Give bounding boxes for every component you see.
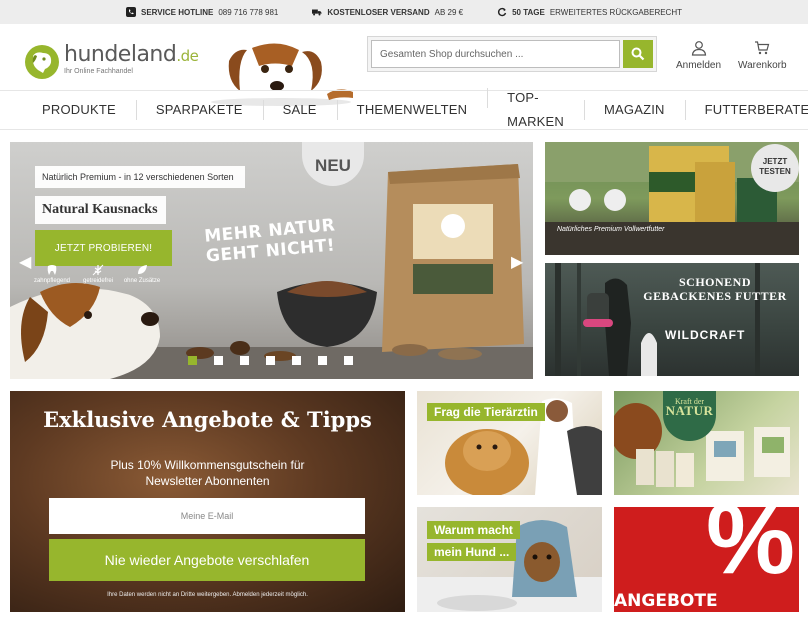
feature-label: zahnpflegend	[33, 278, 71, 284]
hotline-label: SERVICE HOTLINE	[141, 7, 214, 17]
slider-dot[interactable]	[344, 356, 353, 365]
newsletter-title: Exklusive Angebote & Tipps	[43, 407, 372, 432]
feature-label: ohne Zusätze	[123, 278, 161, 284]
feature-ohne-zusaetze: ohne Zusätze	[120, 264, 164, 284]
shipping-info: KOSTENLOSER VERSAND AB 29 €	[312, 7, 463, 17]
slider-pagination	[188, 356, 353, 365]
newsletter-privacy-note: Ihre Daten werden nicht an Dritte weiter…	[107, 592, 308, 598]
newsletter-subscribe-button[interactable]: Nie wieder Angebote verschlafen	[49, 539, 365, 581]
newsletter-email-input[interactable]: Meine E-Mail	[49, 498, 365, 534]
hotline-info: SERVICE HOTLINE 089 716 778 981	[126, 7, 278, 17]
offers-label: ANGEBOTE	[614, 591, 718, 611]
top-info-bar: SERVICE HOTLINE 089 716 778 981 KOSTENLO…	[0, 0, 808, 24]
percent-symbol: %	[706, 507, 795, 595]
kraft-der-natur-badge: Kraft der NATUR	[663, 391, 716, 441]
native-lamb-caption: Natürliches Premium Vollwertfutter	[557, 226, 665, 233]
feature-label: getreidefrei	[82, 278, 114, 284]
feature-zahnpflegend: zahnpflegend	[30, 264, 74, 284]
hero-slider[interactable]: Natürlich Premium - in 12 verschiedenen …	[10, 142, 533, 379]
wildcraft-line-1: SCHONEND	[678, 275, 751, 289]
wildcraft-brand-logo: WILDCRAFT	[665, 328, 746, 342]
slider-prev-arrow-icon[interactable]: ◀	[19, 252, 31, 272]
try-now-badge: JETZT TESTEN	[751, 144, 799, 192]
user-icon	[691, 41, 706, 56]
nav-item-themenwelten[interactable]: THEMENWELTEN	[336, 98, 488, 122]
tooth-icon	[47, 265, 57, 275]
cart-button[interactable]: Warenkorb	[738, 40, 787, 71]
shipping-value: AB 29 €	[434, 7, 464, 17]
logo-tld: .de	[176, 47, 199, 65]
search-icon	[631, 47, 645, 61]
nav-item-magazin[interactable]: MAGAZIN	[583, 98, 685, 122]
hotline-number: 089 716 778 981	[218, 7, 279, 17]
dog-logo-icon	[25, 45, 59, 79]
logo-tagline: Ihr Online Fachhandel	[64, 68, 133, 75]
newsletter-subtitle: Plus 10% Willkommensgutschein für Newsle…	[10, 457, 405, 489]
slider-dot[interactable]	[292, 356, 301, 365]
newsletter-signup: Exklusive Angebote & Tipps Plus 10% Will…	[10, 391, 405, 612]
slider-dot[interactable]	[188, 356, 197, 365]
native-lamb-banner[interactable]: JETZT TESTEN Natürliches Premium Vollwer…	[545, 142, 799, 255]
site-header: hundeland.de Ihr Online Fachhandel Gesam…	[0, 24, 808, 106]
slider-dot[interactable]	[214, 356, 223, 365]
why-does-my-dog-tile[interactable]: Warum macht mein Hund ...	[417, 507, 602, 612]
truck-icon	[312, 9, 322, 16]
badge-line-2: TESTEN	[759, 167, 791, 176]
nav-item-top-marken[interactable]: TOP-MARKEN	[487, 86, 584, 134]
why-dog-line-1: Warum macht	[427, 521, 520, 539]
returns-label: 50 TAGE	[512, 7, 545, 17]
nav-item-sale[interactable]: SALE	[262, 98, 337, 122]
newsletter-subtitle-line-2: Newsletter Abonnenten	[145, 474, 270, 488]
slider-next-arrow-icon[interactable]: ▶	[511, 252, 523, 272]
phone-icon	[126, 7, 136, 17]
search-bar: Gesamten Shop durchsuchen ...	[367, 36, 657, 72]
leaf-icon	[138, 265, 147, 274]
slider-title: Natural Kausnacks	[35, 196, 166, 224]
search-button[interactable]	[623, 40, 653, 68]
slider-slogan: MEHR NATUR GEHT NICHT!	[204, 215, 338, 266]
why-dog-line-2: mein Hund ...	[427, 543, 517, 561]
site-logo[interactable]: hundeland.de Ihr Online Fachhandel	[24, 42, 199, 80]
slider-dot[interactable]	[266, 356, 275, 365]
returns-value: ERWEITERTES RÜCKGABERECHT	[549, 7, 682, 17]
logo-name: hundeland	[64, 42, 177, 67]
search-input[interactable]: Gesamten Shop durchsuchen ...	[371, 40, 620, 68]
cart-label: Warenkorb	[738, 60, 787, 71]
shipping-label: KOSTENLOSER VERSAND	[327, 7, 430, 17]
login-label: Anmelden	[676, 60, 722, 71]
slider-dot[interactable]	[240, 356, 249, 365]
wildcraft-line-2: GEBACKENES FUTTER	[643, 289, 787, 303]
nav-item-futterberater[interactable]: FUTTERBERATER	[684, 98, 808, 122]
kraft-der-natur-tile[interactable]: Kraft der NATUR	[614, 391, 799, 495]
wildcraft-banner[interactable]: SCHONEND GEBACKENES FUTTER WILDCRAFT	[545, 263, 799, 376]
ask-vet-label: Frag die Tierärztin	[427, 403, 545, 421]
natur-badge-main: NATUR	[665, 403, 714, 418]
slider-tagline: Natürlich Premium - in 12 verschiedenen …	[35, 166, 245, 188]
offers-tile[interactable]: % ANGEBOTE	[614, 507, 799, 612]
feature-getreidefrei: getreidefrei	[76, 264, 120, 284]
nav-item-produkte[interactable]: PRODUKTE	[22, 98, 136, 122]
new-badge: NEU	[302, 142, 364, 186]
returns-info: 50 TAGE ERWEITERTES RÜCKGABERECHT	[497, 7, 682, 17]
newsletter-subtitle-line-1: Plus 10% Willkommensgutschein für	[110, 458, 305, 472]
badge-line-1: JETZT	[762, 157, 788, 166]
login-button[interactable]: Anmelden	[676, 40, 721, 71]
wildcraft-headline: SCHONEND GEBACKENES FUTTER	[640, 275, 790, 303]
slider-cta-button[interactable]: JETZT PROBIEREN!	[35, 230, 172, 266]
product-bag-image	[382, 164, 524, 352]
slider-dot[interactable]	[318, 356, 327, 365]
main-navigation: PRODUKTE SPARPAKETE SALE THEMENWELTEN TO…	[0, 88, 808, 130]
cart-icon	[755, 41, 770, 55]
nav-item-sparpakete[interactable]: SPARPAKETE	[135, 98, 263, 122]
ask-vet-tile[interactable]: Frag die Tierärztin	[417, 391, 602, 495]
refresh-icon	[498, 7, 507, 17]
grain-free-icon	[92, 264, 104, 276]
